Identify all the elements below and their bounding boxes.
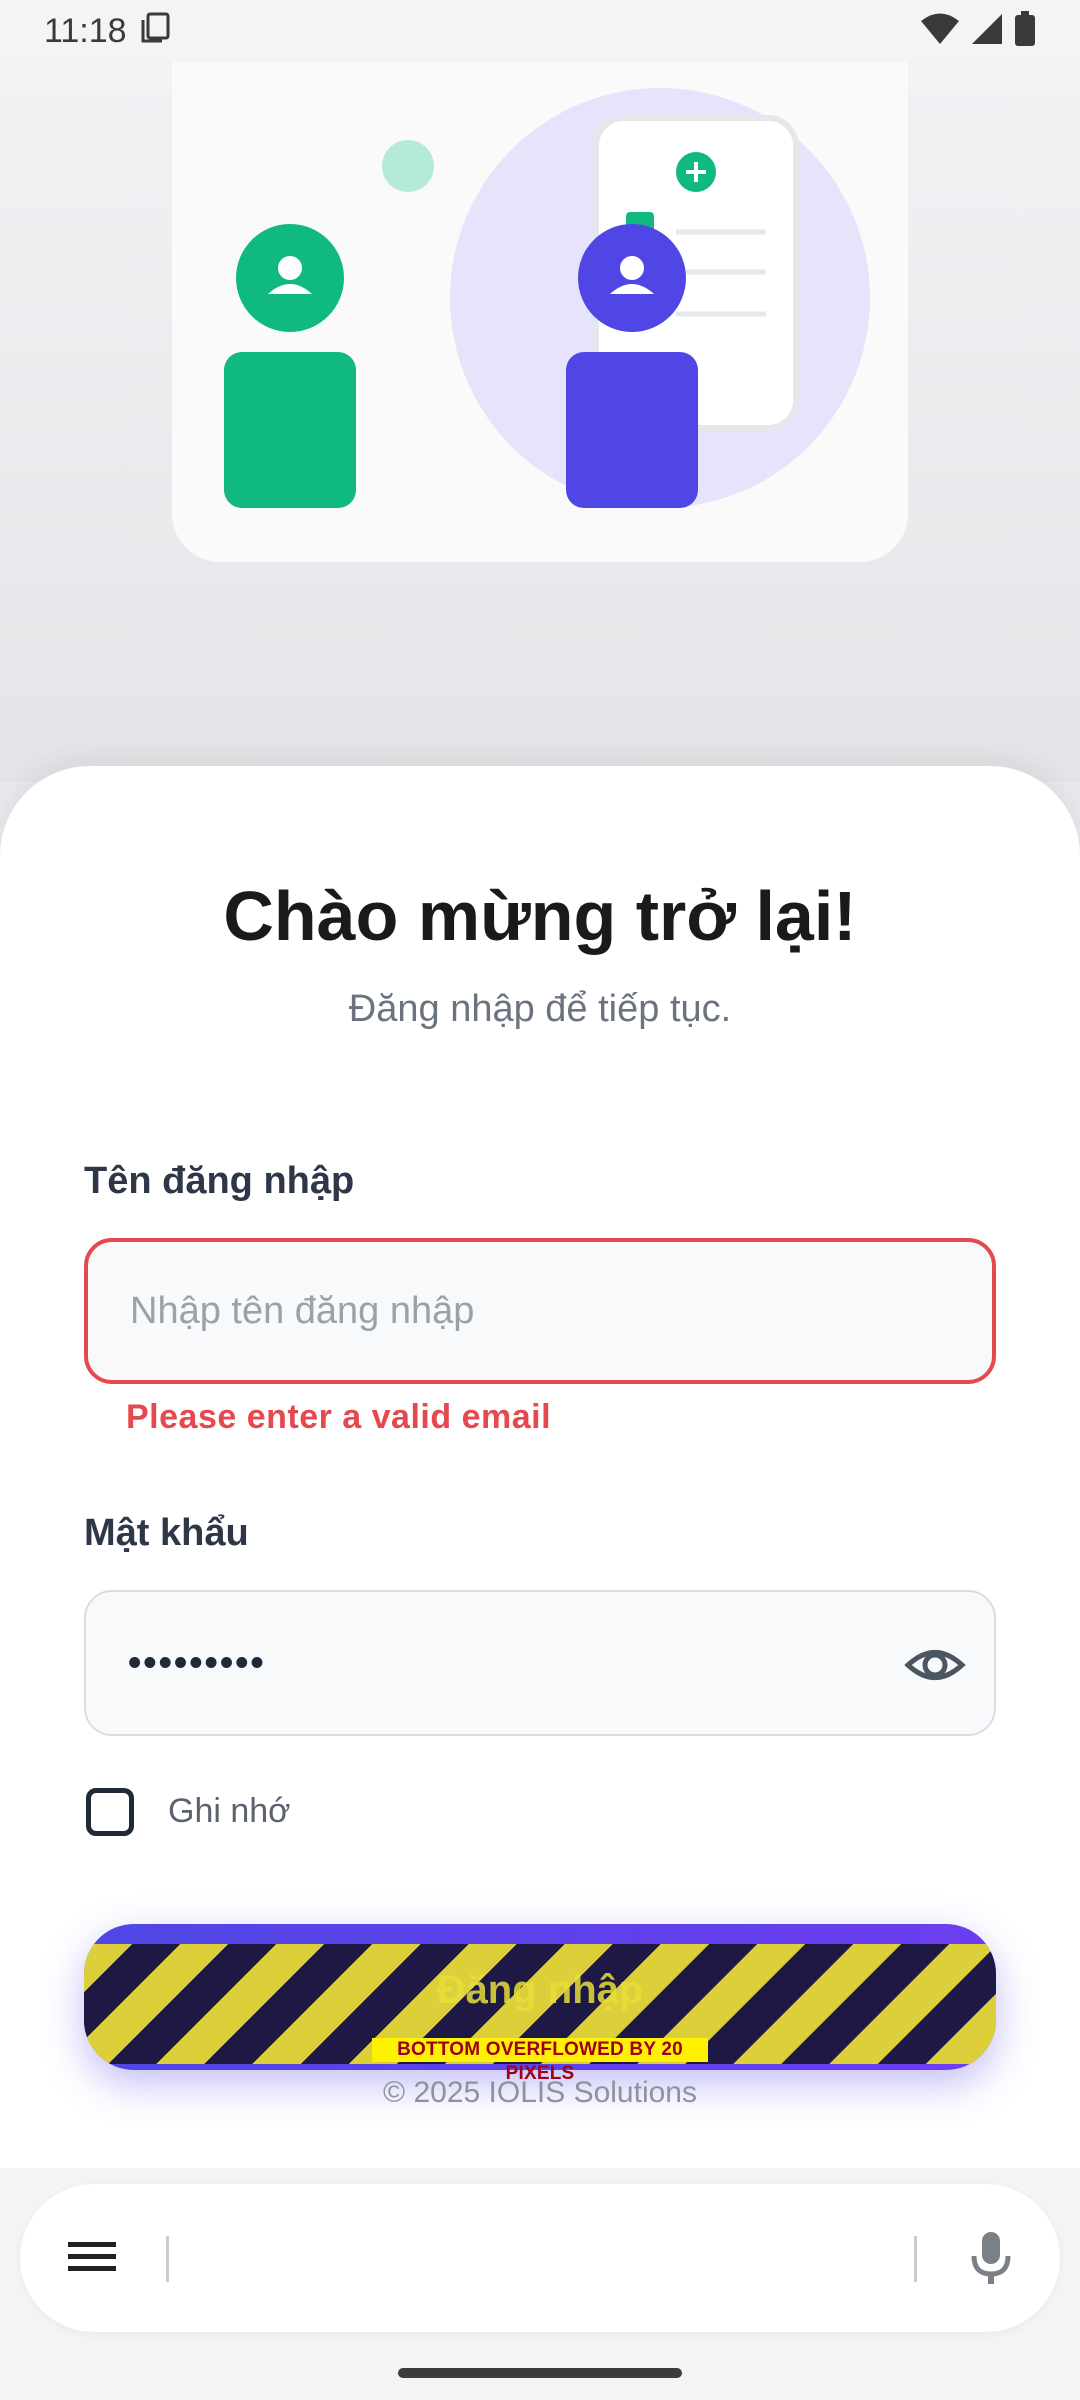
- login-sheet: Chào mừng trở lại! Đăng nhập để tiếp tục…: [0, 766, 1080, 2168]
- clock: 11:18: [44, 11, 127, 50]
- team-illustration: [224, 88, 870, 508]
- password-input[interactable]: •••••••••: [84, 1590, 996, 1736]
- status-bar: 11:18: [0, 0, 1080, 62]
- username-label: Tên đăng nhập: [84, 1160, 355, 1202]
- status-left: 11:18: [44, 10, 173, 53]
- password-value: •••••••••: [128, 1641, 266, 1684]
- signal-icon: [970, 12, 1004, 51]
- username-error: Please enter a valid email: [126, 1398, 552, 1436]
- toolbar-divider-left: [166, 2236, 169, 2282]
- toolbar-divider-right: [914, 2236, 917, 2282]
- remember-label[interactable]: Ghi nhớ: [168, 1792, 290, 1831]
- login-button-label: Đăng nhập: [436, 1968, 644, 2012]
- wifi-icon: [920, 12, 960, 51]
- page-subtitle: Đăng nhập để tiếp tục.: [348, 988, 732, 1030]
- home-indicator[interactable]: [398, 2368, 682, 2378]
- mic-icon[interactable]: [968, 2230, 1014, 2291]
- illustration-card: [172, 62, 908, 562]
- username-placeholder: Nhập tên đăng nhập: [130, 1289, 475, 1332]
- screenshot-icon: [139, 10, 173, 53]
- menu-icon[interactable]: [68, 2236, 118, 2281]
- header-illustration-area: [0, 62, 1080, 782]
- copyright: © 2025 IOLIS Solutions: [383, 2076, 697, 2109]
- page-title: Chào mừng trở lại!: [223, 877, 857, 955]
- keyboard-toolbar: [20, 2184, 1060, 2332]
- battery-icon: [1014, 10, 1036, 52]
- username-input[interactable]: Nhập tên đăng nhập: [84, 1238, 996, 1384]
- keyboard-bar: [0, 2168, 1080, 2400]
- password-label: Mật khẩu: [84, 1512, 249, 1554]
- overflow-warning: BOTTOM OVERFLOWED BY 20 PIXELS: [372, 2038, 708, 2084]
- remember-checkbox[interactable]: [86, 1788, 134, 1836]
- status-right: [920, 10, 1036, 52]
- eye-icon[interactable]: [904, 1634, 966, 1706]
